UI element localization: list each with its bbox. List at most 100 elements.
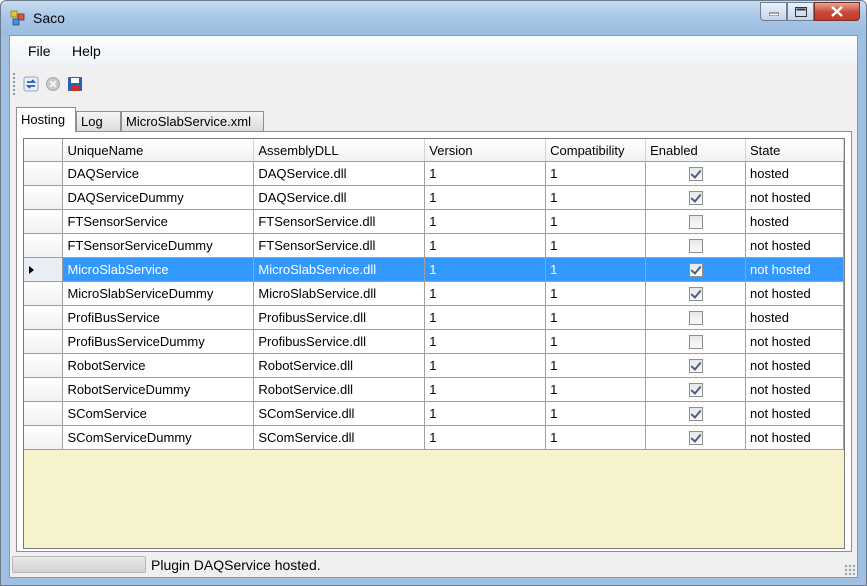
close-button[interactable]: [814, 2, 860, 21]
cell-state[interactable]: hosted: [745, 161, 844, 186]
cell-version[interactable]: 1: [424, 257, 547, 282]
cell-assemblydll[interactable]: FTSensorService.dll: [253, 233, 426, 258]
row-header[interactable]: [24, 161, 64, 186]
enabled-checkbox[interactable]: [688, 167, 703, 182]
column-header-enabled[interactable]: Enabled: [645, 139, 746, 162]
cell-assemblydll[interactable]: DAQService.dll: [253, 161, 426, 186]
enabled-checkbox[interactable]: [688, 359, 703, 374]
column-header-version[interactable]: Version: [424, 139, 547, 162]
cell-version[interactable]: 1: [424, 185, 547, 210]
cell-version[interactable]: 1: [424, 377, 547, 402]
cell-uniquename[interactable]: ProfiBusService: [62, 305, 255, 330]
cell-state[interactable]: not hosted: [745, 353, 844, 378]
cell-state[interactable]: not hosted: [745, 329, 844, 354]
cell-compatibility[interactable]: 1: [545, 425, 647, 450]
table-row[interactable]: ProfiBusService ProfibusService.dll 1 1 host…: [24, 305, 844, 330]
cell-compatibility[interactable]: 1: [545, 305, 647, 330]
tab-log[interactable]: Log: [76, 111, 121, 131]
enabled-checkbox[interactable]: [688, 431, 703, 446]
toolbar-grip[interactable]: [13, 73, 15, 95]
cell-uniquename[interactable]: SComServiceDummy: [62, 425, 255, 450]
cell-compatibility[interactable]: 1: [545, 353, 647, 378]
enabled-checkbox[interactable]: [688, 263, 703, 278]
cell-version[interactable]: 1: [424, 233, 547, 258]
cell-assemblydll[interactable]: SComService.dll: [253, 425, 426, 450]
row-header[interactable]: [24, 233, 64, 258]
cell-compatibility[interactable]: 1: [545, 257, 647, 282]
resize-grip[interactable]: [844, 564, 855, 575]
cell-assemblydll[interactable]: RobotService.dll: [253, 353, 426, 378]
cell-uniquename[interactable]: RobotServiceDummy: [62, 377, 255, 402]
cell-version[interactable]: 1: [424, 353, 547, 378]
cell-uniquename[interactable]: ProfiBusServiceDummy: [62, 329, 255, 354]
cell-state[interactable]: hosted: [745, 305, 844, 330]
cell-state[interactable]: not hosted: [745, 401, 844, 426]
stop-icon[interactable]: [45, 76, 61, 92]
cell-assemblydll[interactable]: ProfibusService.dll: [253, 329, 426, 354]
cell-compatibility[interactable]: 1: [545, 377, 647, 402]
refresh-icon[interactable]: [23, 76, 39, 92]
save-icon[interactable]: [67, 76, 83, 92]
row-header[interactable]: [24, 425, 64, 450]
cell-version[interactable]: 1: [424, 401, 547, 426]
enabled-checkbox[interactable]: [688, 335, 703, 350]
column-header-assemblydll[interactable]: AssemblyDLL: [253, 139, 426, 162]
table-row[interactable]: RobotService RobotService.dll 1 1 not hosted: [24, 353, 844, 378]
column-header-uniquename[interactable]: UniqueName: [62, 139, 255, 162]
cell-assemblydll[interactable]: SComService.dll: [253, 401, 426, 426]
row-header[interactable]: [24, 329, 64, 354]
row-header-corner[interactable]: [24, 139, 64, 162]
row-header[interactable]: [24, 353, 64, 378]
cell-assemblydll[interactable]: MicroSlabService.dll: [253, 281, 426, 306]
cell-version[interactable]: 1: [424, 161, 547, 186]
cell-compatibility[interactable]: 1: [545, 161, 647, 186]
table-row[interactable]: SComServiceDummy SComService.dll 1 1 not hos…: [24, 425, 844, 450]
row-header[interactable]: [24, 257, 64, 282]
cell-state[interactable]: not hosted: [745, 257, 844, 282]
cell-compatibility[interactable]: 1: [545, 233, 647, 258]
cell-state[interactable]: not hosted: [745, 233, 844, 258]
table-row[interactable]: DAQService DAQService.dll 1 1 hosted: [24, 161, 844, 186]
cell-version[interactable]: 1: [424, 281, 547, 306]
row-header[interactable]: [24, 401, 64, 426]
cell-assemblydll[interactable]: RobotService.dll: [253, 377, 426, 402]
table-row[interactable]: ProfiBusServiceDummy ProfibusService.dll 1…: [24, 329, 844, 354]
cell-state[interactable]: not hosted: [745, 425, 844, 450]
table-row[interactable]: SComService SComService.dll 1 1 not hosted: [24, 401, 844, 426]
cell-assemblydll[interactable]: DAQService.dll: [253, 185, 426, 210]
cell-compatibility[interactable]: 1: [545, 281, 647, 306]
table-row[interactable]: MicroSlabServiceDummy MicroSlabService.dl…: [24, 281, 844, 306]
cell-uniquename[interactable]: SComService: [62, 401, 255, 426]
cell-uniquename[interactable]: FTSensorServiceDummy: [62, 233, 255, 258]
row-header[interactable]: [24, 305, 64, 330]
enabled-checkbox[interactable]: [688, 287, 703, 302]
cell-state[interactable]: not hosted: [745, 377, 844, 402]
minimize-button[interactable]: [760, 2, 787, 21]
cell-state[interactable]: not hosted: [745, 185, 844, 210]
cell-state[interactable]: hosted: [745, 209, 844, 234]
cell-uniquename[interactable]: RobotService: [62, 353, 255, 378]
cell-assemblydll[interactable]: ProfibusService.dll: [253, 305, 426, 330]
tab-hosting[interactable]: Hosting: [16, 107, 76, 132]
cell-uniquename[interactable]: DAQService: [62, 161, 255, 186]
cell-uniquename[interactable]: MicroSlabService: [62, 257, 255, 282]
menu-help[interactable]: Help: [72, 43, 101, 59]
table-row[interactable]: MicroSlabService MicroSlabService.dll 1 1 no…: [24, 257, 844, 282]
menu-file[interactable]: File: [28, 43, 51, 59]
cell-state[interactable]: not hosted: [745, 281, 844, 306]
row-header[interactable]: [24, 209, 64, 234]
row-header[interactable]: [24, 185, 64, 210]
enabled-checkbox[interactable]: [688, 191, 703, 206]
cell-compatibility[interactable]: 1: [545, 185, 647, 210]
cell-compatibility[interactable]: 1: [545, 401, 647, 426]
services-grid[interactable]: UniqueName AssemblyDLL Version Compatibi…: [23, 138, 845, 549]
column-header-state[interactable]: State: [745, 139, 844, 162]
cell-uniquename[interactable]: DAQServiceDummy: [62, 185, 255, 210]
enabled-checkbox[interactable]: [688, 407, 703, 422]
row-header[interactable]: [24, 281, 64, 306]
cell-assemblydll[interactable]: FTSensorService.dll: [253, 209, 426, 234]
tab-microslab-xml[interactable]: MicroSlabService.xml: [121, 111, 264, 131]
table-row[interactable]: FTSensorService FTSensorService.dll 1 1 host…: [24, 209, 844, 234]
table-row[interactable]: RobotServiceDummy RobotService.dll 1 1 not h…: [24, 377, 844, 402]
maximize-button[interactable]: [787, 2, 814, 21]
